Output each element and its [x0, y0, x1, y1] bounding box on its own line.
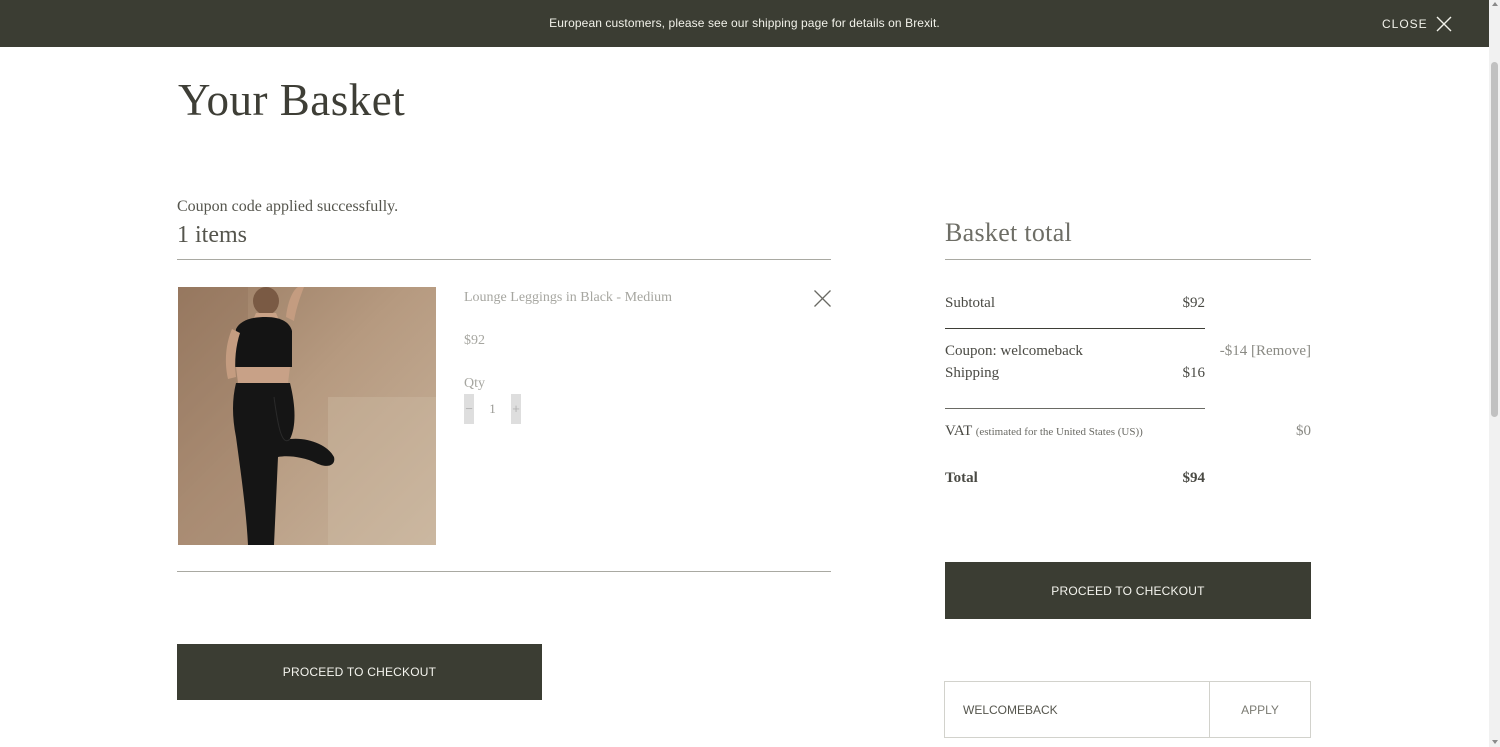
- totals-divider-top: [945, 259, 1311, 260]
- scroll-up-arrow-icon[interactable]: [1492, 2, 1498, 6]
- qty-label: Qty: [464, 376, 485, 391]
- page-scrollbar[interactable]: [1489, 0, 1500, 747]
- vat-value: $0: [1296, 423, 1311, 439]
- proceed-to-checkout-button-left[interactable]: PROCEED TO CHECKOUT: [177, 644, 542, 700]
- qty-increase-button[interactable]: +: [511, 394, 521, 424]
- apply-coupon-button[interactable]: APPLY: [1210, 682, 1310, 737]
- scroll-thumb[interactable]: [1491, 62, 1498, 417]
- coupon-label: Coupon: welcomeback: [945, 343, 1083, 359]
- shipping-divider: [945, 408, 1205, 409]
- product-image[interactable]: [178, 287, 436, 545]
- qty-decrease-button[interactable]: −: [464, 394, 474, 424]
- subtotal-label: Subtotal: [945, 295, 996, 311]
- product-price: $92: [464, 333, 485, 348]
- vat-label: VAT: [945, 423, 972, 439]
- page-title: Your Basket: [178, 75, 406, 125]
- product-photo: [178, 287, 436, 545]
- proceed-to-checkout-button-right[interactable]: PROCEED TO CHECKOUT: [945, 562, 1311, 619]
- items-divider-top: [177, 259, 831, 260]
- coupon-form: APPLY: [944, 681, 1311, 738]
- banner-message: European customers, please see our shipp…: [549, 16, 940, 30]
- items-count: 1 items: [177, 222, 247, 248]
- scroll-down-arrow-icon[interactable]: [1492, 740, 1498, 744]
- vat-note: (estimated for the United States (US)): [975, 426, 1143, 438]
- items-divider-bottom: [177, 571, 831, 572]
- qty-input[interactable]: [474, 394, 511, 424]
- coupon-code-input[interactable]: [946, 683, 1209, 737]
- announcement-banner: European customers, please see our shipp…: [0, 0, 1489, 47]
- banner-close-label: CLOSE: [1382, 17, 1428, 31]
- subtotal-divider: [945, 328, 1205, 329]
- coupon-success-message: Coupon code applied successfully.: [177, 198, 399, 215]
- subtotal-value: $92: [1182, 295, 1206, 311]
- vat-row-label: VAT (estimated for the United States (US…: [945, 423, 1143, 440]
- product-name[interactable]: Lounge Leggings in Black - Medium: [464, 290, 672, 306]
- close-icon: [1436, 16, 1452, 32]
- banner-close-button[interactable]: CLOSE: [1382, 13, 1454, 35]
- coupon-discount-remove[interactable]: -$14 [Remove]: [1111, 343, 1311, 360]
- remove-item-icon[interactable]: [813, 289, 832, 308]
- total-value: $94: [1182, 470, 1206, 486]
- basket-total-heading: Basket total: [945, 218, 1073, 247]
- shipping-label: Shipping: [945, 365, 1000, 381]
- total-label: Total: [945, 470, 978, 486]
- shipping-value: $16: [1182, 365, 1206, 381]
